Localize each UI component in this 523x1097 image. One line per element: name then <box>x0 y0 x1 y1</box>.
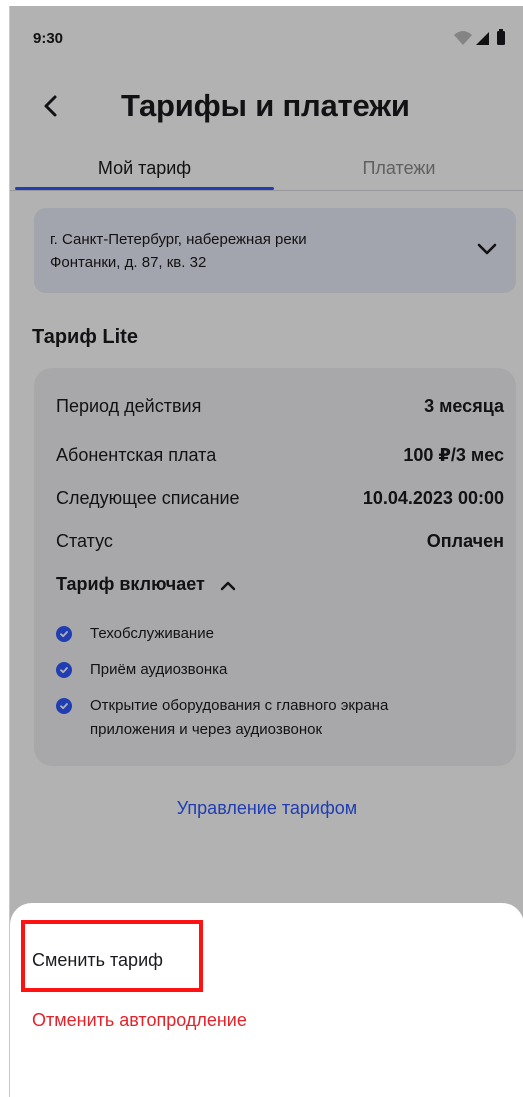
row-value: 3 месяца <box>424 396 504 416</box>
tab-my-tariff[interactable]: Мой тариф <box>15 146 274 190</box>
chevron-down-icon <box>477 243 497 255</box>
row-label: Абонентская плата <box>56 445 217 465</box>
address-line-1: г. Санкт-Петербург, набережная реки <box>50 231 307 248</box>
status-bar: 9:30 <box>10 6 523 66</box>
row-value: 100 ₽/3 мес <box>403 445 504 465</box>
row-subscription-fee: Абонентская плата 100 ₽/3 мес <box>56 445 504 473</box>
feature-text: Открытие оборудования с главного экрана … <box>90 694 490 742</box>
feature-text-line-2: приложения и через аудиозвонок <box>90 721 323 738</box>
tariff-includes-label: Тариф включает <box>56 574 205 594</box>
tariff-details-card: Период действия 3 месяца Абонентская пла… <box>34 368 516 766</box>
feature-text-line-1: Открытие оборудования с главного экрана <box>90 697 389 714</box>
signal-icon <box>476 32 489 45</box>
address-text: г. Санкт-Петербург, набережная реки Фонт… <box>50 228 450 274</box>
address-line-2: Фонтанки, д. 87, кв. 32 <box>50 254 207 271</box>
header: Тарифы и платежи <box>10 76 523 136</box>
row-next-charge: Следующее списание 10.04.2023 00:00 <box>56 488 504 516</box>
tab-payments[interactable]: Платежи <box>274 146 523 190</box>
change-tariff-button[interactable]: Сменить тариф <box>32 950 163 971</box>
status-icons <box>452 28 508 48</box>
chevron-left-icon <box>44 95 57 117</box>
status-value: Оплачен <box>426 531 504 551</box>
tariff-title: Тариф Lite <box>32 326 138 348</box>
check-circle-icon <box>56 626 72 642</box>
row-period: Период действия 3 месяца <box>56 396 504 424</box>
check-circle-icon <box>56 662 72 678</box>
phone-frame: 9:30 Тарифы и платежи Мой тариф Платежи … <box>9 6 523 1097</box>
row-label: Следующее списание <box>56 488 240 508</box>
feature-text: Приём аудиозвонка <box>90 661 228 678</box>
row-value: 10.04.2023 00:00 <box>362 488 504 508</box>
cancel-autorenew-button[interactable]: Отменить автопродление <box>32 1010 247 1031</box>
bottom-sheet: Сменить тариф Отменить автопродление <box>10 903 523 1097</box>
tariff-includes-toggle[interactable]: Тариф включает <box>56 574 237 595</box>
tabs-divider <box>10 190 523 191</box>
check-circle-icon <box>56 698 72 714</box>
active-tab-indicator <box>15 187 274 190</box>
manage-tariff-link[interactable]: Управление тарифом <box>10 798 523 819</box>
feature-text: Техобслуживание <box>90 625 214 642</box>
row-label: Период действия <box>56 396 202 416</box>
tab-bar: Мой тариф Платежи <box>10 146 523 192</box>
back-button[interactable] <box>30 86 70 126</box>
page-title: Тарифы и платежи <box>121 88 410 123</box>
status-time: 9:30 <box>33 30 64 47</box>
row-label: Статус <box>56 531 113 551</box>
wifi-icon <box>454 31 472 45</box>
address-selector[interactable]: г. Санкт-Петербург, набережная реки Фонт… <box>34 208 516 293</box>
row-status: Статус Оплачен <box>56 531 504 559</box>
chevron-up-icon <box>220 581 236 590</box>
battery-icon <box>497 29 505 45</box>
